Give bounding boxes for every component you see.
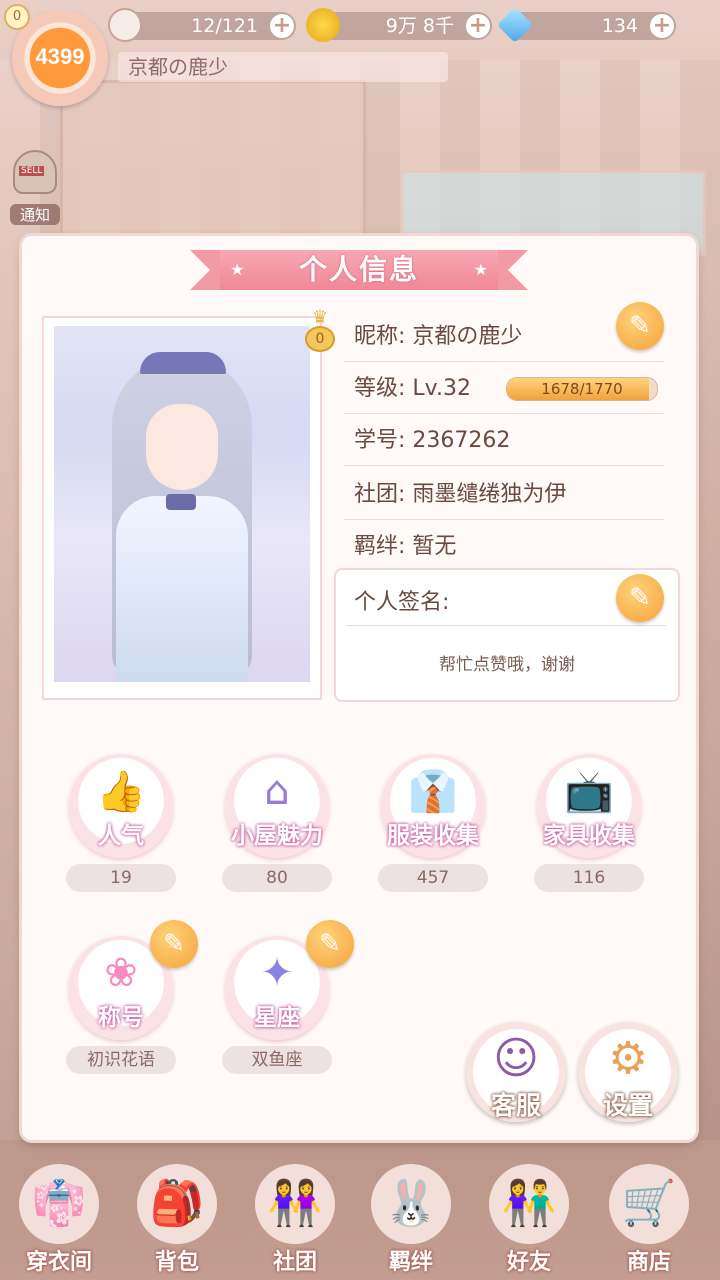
- info-row-bond: 羁绊: 暂无: [344, 522, 664, 572]
- add-coins-button[interactable]: +: [466, 14, 490, 38]
- nav-label: 社团: [272, 1250, 317, 1275]
- stat-label: 称号: [98, 1005, 144, 1031]
- stat-value: 457: [378, 864, 488, 892]
- stat-value: 80: [222, 864, 332, 892]
- teacup-icon: [108, 8, 142, 42]
- stat-popularity[interactable]: 👍 人气 19: [56, 754, 186, 892]
- tv-icon: 📺: [564, 769, 614, 815]
- crown-value: 0: [305, 326, 335, 352]
- info-row-club: 社团: 雨墨缱绻独为伊: [344, 470, 664, 520]
- edit-constellation-button[interactable]: [306, 920, 354, 968]
- gear-icon: ⚙: [608, 1033, 648, 1084]
- stat-clothes-collection[interactable]: 👔 服装收集 457: [368, 754, 498, 892]
- support-girl-icon: ☺: [493, 1033, 539, 1084]
- settings-label: 设置: [602, 1091, 653, 1120]
- info-value: 暂无: [412, 534, 457, 559]
- notice-label: 通知: [10, 204, 60, 225]
- top-resource-bar: 12/121 + 9万 8千 + 134 +: [0, 0, 720, 52]
- energy-value: 12/121: [191, 15, 258, 37]
- customer-service-button[interactable]: ☺ 客服: [466, 1022, 566, 1122]
- backpack-icon: 🎒: [137, 1164, 217, 1244]
- crown-rank-badge: ♛ 0: [302, 307, 338, 352]
- nav-label: 商店: [626, 1250, 671, 1275]
- diamond-icon: [496, 6, 534, 44]
- stat-value: 双鱼座: [222, 1046, 332, 1074]
- stat-value: 19: [66, 864, 176, 892]
- thumbs-up-icon: 👍: [96, 769, 146, 815]
- avatar-level-badge: 0: [4, 4, 30, 30]
- nav-label: 穿衣间: [25, 1250, 92, 1275]
- info-row-student-id: 学号: 2367262: [344, 416, 664, 466]
- stat-label: 家具收集: [543, 823, 635, 849]
- diamond-value: 134: [601, 15, 638, 37]
- stat-label: 人气: [98, 823, 144, 849]
- edit-title-button[interactable]: [150, 920, 198, 968]
- bond-icon: 🐰: [371, 1164, 451, 1244]
- avatar-badge-text: 4399: [35, 44, 85, 69]
- background-shelf: [60, 80, 366, 236]
- diamond-counter: 134 +: [496, 6, 676, 44]
- player-name-bar: 京都の鹿少: [118, 52, 448, 82]
- panel-title: 个人信息: [298, 253, 419, 286]
- nav-shop[interactable]: 🛒 商店: [594, 1150, 704, 1280]
- signature-text: 帮忙点赞哦，谢谢: [439, 655, 575, 675]
- xp-progress-text: 1678/1770: [541, 380, 623, 398]
- nav-label: 背包: [154, 1250, 199, 1275]
- edit-signature-button[interactable]: [616, 574, 664, 622]
- bottom-navigation: 👘 穿衣间 🎒 背包 👭 社团 🐰 羁绊 👫 好友 🛒 商店: [0, 1150, 720, 1280]
- crown-icon: ♛: [311, 307, 329, 328]
- info-value: 雨墨缱绻独为伊: [412, 482, 567, 507]
- nav-backpack[interactable]: 🎒 背包: [122, 1150, 232, 1280]
- club-icon: 👭: [255, 1164, 335, 1244]
- friends-icon: 👫: [489, 1164, 569, 1244]
- notice-button[interactable]: 通知: [10, 150, 60, 225]
- nav-label: 好友: [506, 1250, 551, 1275]
- info-value: 京都の鹿少: [412, 324, 523, 349]
- nav-wardrobe[interactable]: 👘 穿衣间: [4, 1150, 114, 1280]
- energy-counter: 12/121 +: [108, 8, 296, 42]
- add-diamonds-button[interactable]: +: [650, 14, 674, 38]
- add-energy-button[interactable]: +: [270, 14, 294, 38]
- xp-progress-bar: 1678/1770: [506, 377, 658, 401]
- nav-club[interactable]: 👭 社团: [240, 1150, 350, 1280]
- nav-bond[interactable]: 🐰 羁绊: [356, 1150, 466, 1280]
- info-key: 等级:: [354, 376, 406, 401]
- stat-label: 服装收集: [387, 823, 479, 849]
- info-key: 羁绊:: [354, 534, 406, 559]
- stat-label: 星座: [254, 1005, 300, 1031]
- stat-furniture-collection[interactable]: 📺 家具收集 116: [524, 754, 654, 892]
- coin-value: 9万 8千: [385, 15, 454, 37]
- coin-icon: [306, 8, 340, 42]
- clothes-icon: 👔: [408, 769, 458, 815]
- info-key: 学号:: [354, 428, 406, 453]
- info-key: 社团:: [354, 482, 406, 507]
- character-portrait-frame: [42, 316, 322, 700]
- edit-nickname-button[interactable]: [616, 302, 664, 350]
- stat-house-charm[interactable]: ⌂ 小屋魅力 80: [212, 754, 342, 892]
- stat-value: 初识花语: [66, 1046, 176, 1074]
- nav-friends[interactable]: 👫 好友: [474, 1150, 584, 1280]
- panel-title-ribbon: ★ ★ 个人信息: [190, 250, 528, 290]
- coin-counter: 9万 8千 +: [306, 8, 492, 42]
- stat-label: 小屋魅力: [231, 823, 323, 849]
- info-key: 昵称:: [354, 324, 406, 349]
- customer-service-label: 客服: [490, 1091, 541, 1120]
- wardrobe-icon: 👘: [19, 1164, 99, 1244]
- bell-icon: [13, 150, 57, 194]
- info-value: Lv.32: [412, 376, 471, 401]
- character-portrait: [54, 326, 310, 682]
- stat-value: 116: [534, 864, 644, 892]
- info-value: 2367262: [412, 428, 511, 453]
- settings-button[interactable]: ⚙ 设置: [578, 1022, 678, 1122]
- nav-label: 羁绊: [388, 1250, 433, 1275]
- shop-icon: 🛒: [609, 1164, 689, 1244]
- house-icon: ⌂: [264, 768, 290, 814]
